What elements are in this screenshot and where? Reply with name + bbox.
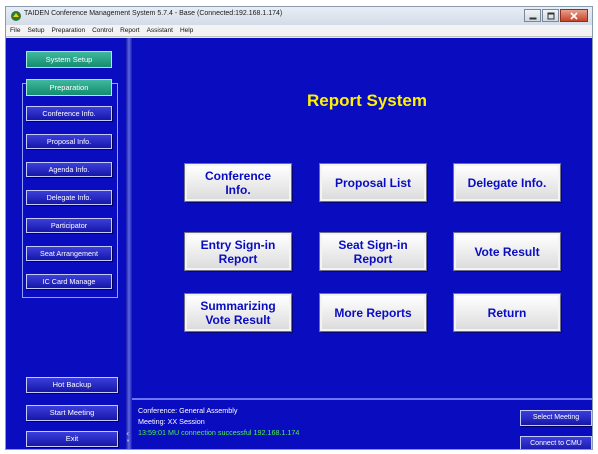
sidebar-item-agenda-info[interactable]: Agenda Info.: [26, 162, 112, 177]
button-label-line2: Report: [218, 251, 258, 266]
connect-to-cmu-button[interactable]: Connect to CMU: [520, 436, 592, 449]
menu-setup[interactable]: Setup: [27, 27, 44, 34]
button-label-line1: Proposal List: [334, 175, 411, 190]
button-label-line1: Summarizing: [200, 298, 276, 313]
client-area: System Setup Preparation Conference Info…: [6, 38, 592, 449]
button-label-line1: Delegate Info.: [467, 175, 547, 190]
page-title: Report System: [307, 91, 427, 110]
entry-sign-in-report-button[interactable]: Entry Sign-in Report: [184, 232, 292, 271]
meeting-status: Meeting: XX Session: [138, 417, 205, 426]
menu-report[interactable]: Report: [120, 27, 140, 34]
conference-info-button[interactable]: Conference Info.: [184, 163, 292, 202]
delegate-info-button[interactable]: Delegate Info.: [453, 163, 561, 202]
button-label-line2: Info.: [225, 182, 251, 197]
summarizing-vote-result-button[interactable]: Summarizing Vote Result: [184, 293, 292, 332]
button-label-line1: Entry Sign-in: [200, 237, 276, 252]
connection-log: 13:59:01 MU connection successful 192.16…: [138, 428, 300, 437]
button-label-line1: More Reports: [334, 305, 412, 320]
status-panel: Conference: General Assembly Meeting: XX…: [132, 398, 592, 449]
hot-backup-button[interactable]: Hot Backup: [26, 377, 118, 393]
sidebar-item-ic-card-manage[interactable]: IC Card Manage: [26, 274, 112, 289]
window-title: TAIDEN Conference Management System 5.7.…: [24, 10, 283, 17]
report-panel: Report System Conference Info. Proposal L…: [132, 38, 592, 398]
sidebar-item-seat-arrangement[interactable]: Seat Arrangement: [26, 246, 112, 261]
chevron-down-icon[interactable]: ˅: [126, 440, 130, 448]
more-reports-button[interactable]: More Reports: [319, 293, 427, 332]
window-controls: [523, 9, 588, 22]
vote-result-button[interactable]: Vote Result: [453, 232, 561, 271]
proposal-list-button[interactable]: Proposal List: [319, 163, 427, 202]
preparation-tab[interactable]: Preparation: [26, 79, 112, 96]
return-button[interactable]: Return: [453, 293, 561, 332]
menu-preparation[interactable]: Preparation: [51, 27, 85, 34]
menu-assistant[interactable]: Assistant: [147, 27, 173, 34]
sidebar-item-delegate-info[interactable]: Delegate Info.: [26, 190, 112, 205]
button-label-line1: Return: [487, 305, 527, 320]
maximize-button[interactable]: [542, 9, 559, 22]
button-label-line2: Report: [353, 251, 393, 266]
menu-control[interactable]: Control: [92, 27, 113, 34]
title-bar: TAIDEN Conference Management System 5.7.…: [6, 7, 592, 25]
seat-sign-in-report-button[interactable]: Seat Sign-in Report: [319, 232, 427, 271]
minimize-icon: [529, 17, 536, 19]
sidebar-item-proposal-info[interactable]: Proposal Info.: [26, 134, 112, 149]
conference-status: Conference: General Assembly: [138, 406, 238, 415]
menu-help[interactable]: Help: [180, 27, 193, 34]
button-label-line1: Vote Result: [474, 244, 540, 259]
button-label-line1: Conference: [204, 168, 272, 183]
app-window: TAIDEN Conference Management System 5.7.…: [5, 6, 593, 450]
close-icon: [570, 11, 578, 20]
close-button[interactable]: [560, 9, 588, 22]
button-label-line2: Vote Result: [205, 312, 271, 327]
system-setup-tab[interactable]: System Setup: [26, 51, 112, 68]
app-logo-icon: [11, 11, 21, 21]
maximize-icon: [547, 12, 554, 19]
sidebar-item-conference-info[interactable]: Conference Info.: [26, 106, 112, 121]
minimize-button[interactable]: [524, 9, 541, 22]
chevron-left-icon[interactable]: ‹: [126, 430, 129, 438]
menu-bar: File Setup Preparation Control Report As…: [6, 25, 592, 37]
select-meeting-button[interactable]: Select Meeting: [520, 410, 592, 426]
menu-file[interactable]: File: [10, 27, 20, 34]
sidebar: System Setup Preparation Conference Info…: [6, 38, 124, 449]
sidebar-item-participator[interactable]: Participator: [26, 218, 112, 233]
start-meeting-button[interactable]: Start Meeting: [26, 405, 118, 421]
exit-button[interactable]: Exit: [26, 431, 118, 447]
button-label-line1: Seat Sign-in: [338, 237, 408, 252]
